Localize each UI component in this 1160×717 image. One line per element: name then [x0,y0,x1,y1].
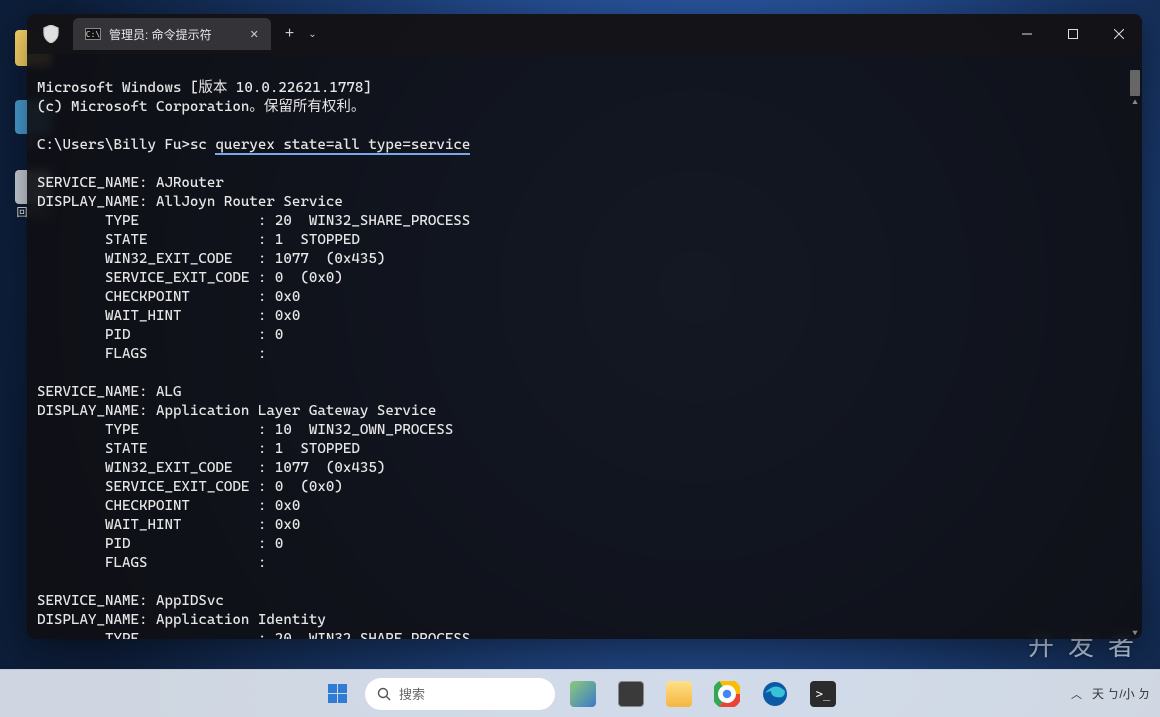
terminal-window: C:\ 管理员: 命令提示符 ✕ + ⌄ Microsoft Windows [… [27,14,1142,639]
new-tab-button[interactable]: + [285,25,294,43]
prompt-line: C:\Users\Billy Fu>sc queryex state=all t… [37,137,470,155]
tray-ime-text[interactable]: 天 ㄅ/小 ㄉ [1092,685,1150,702]
taskbar-search[interactable]: 搜索 [365,678,555,710]
version-line: Microsoft Windows [版本 10.0.22621.1778] [37,80,372,96]
scroll-down-icon[interactable]: ▼ [1129,625,1141,637]
search-placeholder: 搜索 [399,684,425,703]
taskbar-terminal-icon[interactable]: >_ [803,674,843,714]
system-tray[interactable]: ︿ 天 ㄅ/小 ㄉ [1071,685,1150,702]
close-button[interactable] [1096,14,1142,54]
taskbar: 搜索 >_ ︿ 天 ㄅ/小 ㄉ [0,669,1160,717]
terminal-output[interactable]: Microsoft Windows [版本 10.0.22621.1778] (… [27,54,1142,639]
terminal-tab[interactable]: C:\ 管理员: 命令提示符 ✕ [73,18,271,50]
taskbar-edge-icon[interactable] [755,674,795,714]
maximize-button[interactable] [1050,14,1096,54]
copyright-line: (c) Microsoft Corporation。保留所有权利。 [37,99,365,115]
window-titlebar[interactable]: C:\ 管理员: 命令提示符 ✕ + ⌄ [27,14,1142,54]
minimize-button[interactable] [1004,14,1050,54]
search-icon [377,687,391,701]
windows-logo-icon [328,684,347,703]
tab-dropdown-icon[interactable]: ⌄ [308,29,316,40]
scroll-thumb[interactable] [1130,70,1140,96]
tab-title: 管理员: 命令提示符 [109,26,212,43]
taskbar-taskview-icon[interactable] [611,674,651,714]
cmd-icon: C:\ [85,28,101,40]
taskbar-chrome-icon[interactable] [707,674,747,714]
start-button[interactable] [317,674,357,714]
admin-shield-icon [37,20,65,48]
scrollbar[interactable]: ▲ ▼ [1129,56,1141,637]
tray-overflow-icon[interactable]: ︿ [1071,686,1082,702]
taskbar-explorer-icon[interactable] [659,674,699,714]
tab-close-icon[interactable]: ✕ [250,28,259,41]
taskbar-widgets-icon[interactable] [563,674,603,714]
